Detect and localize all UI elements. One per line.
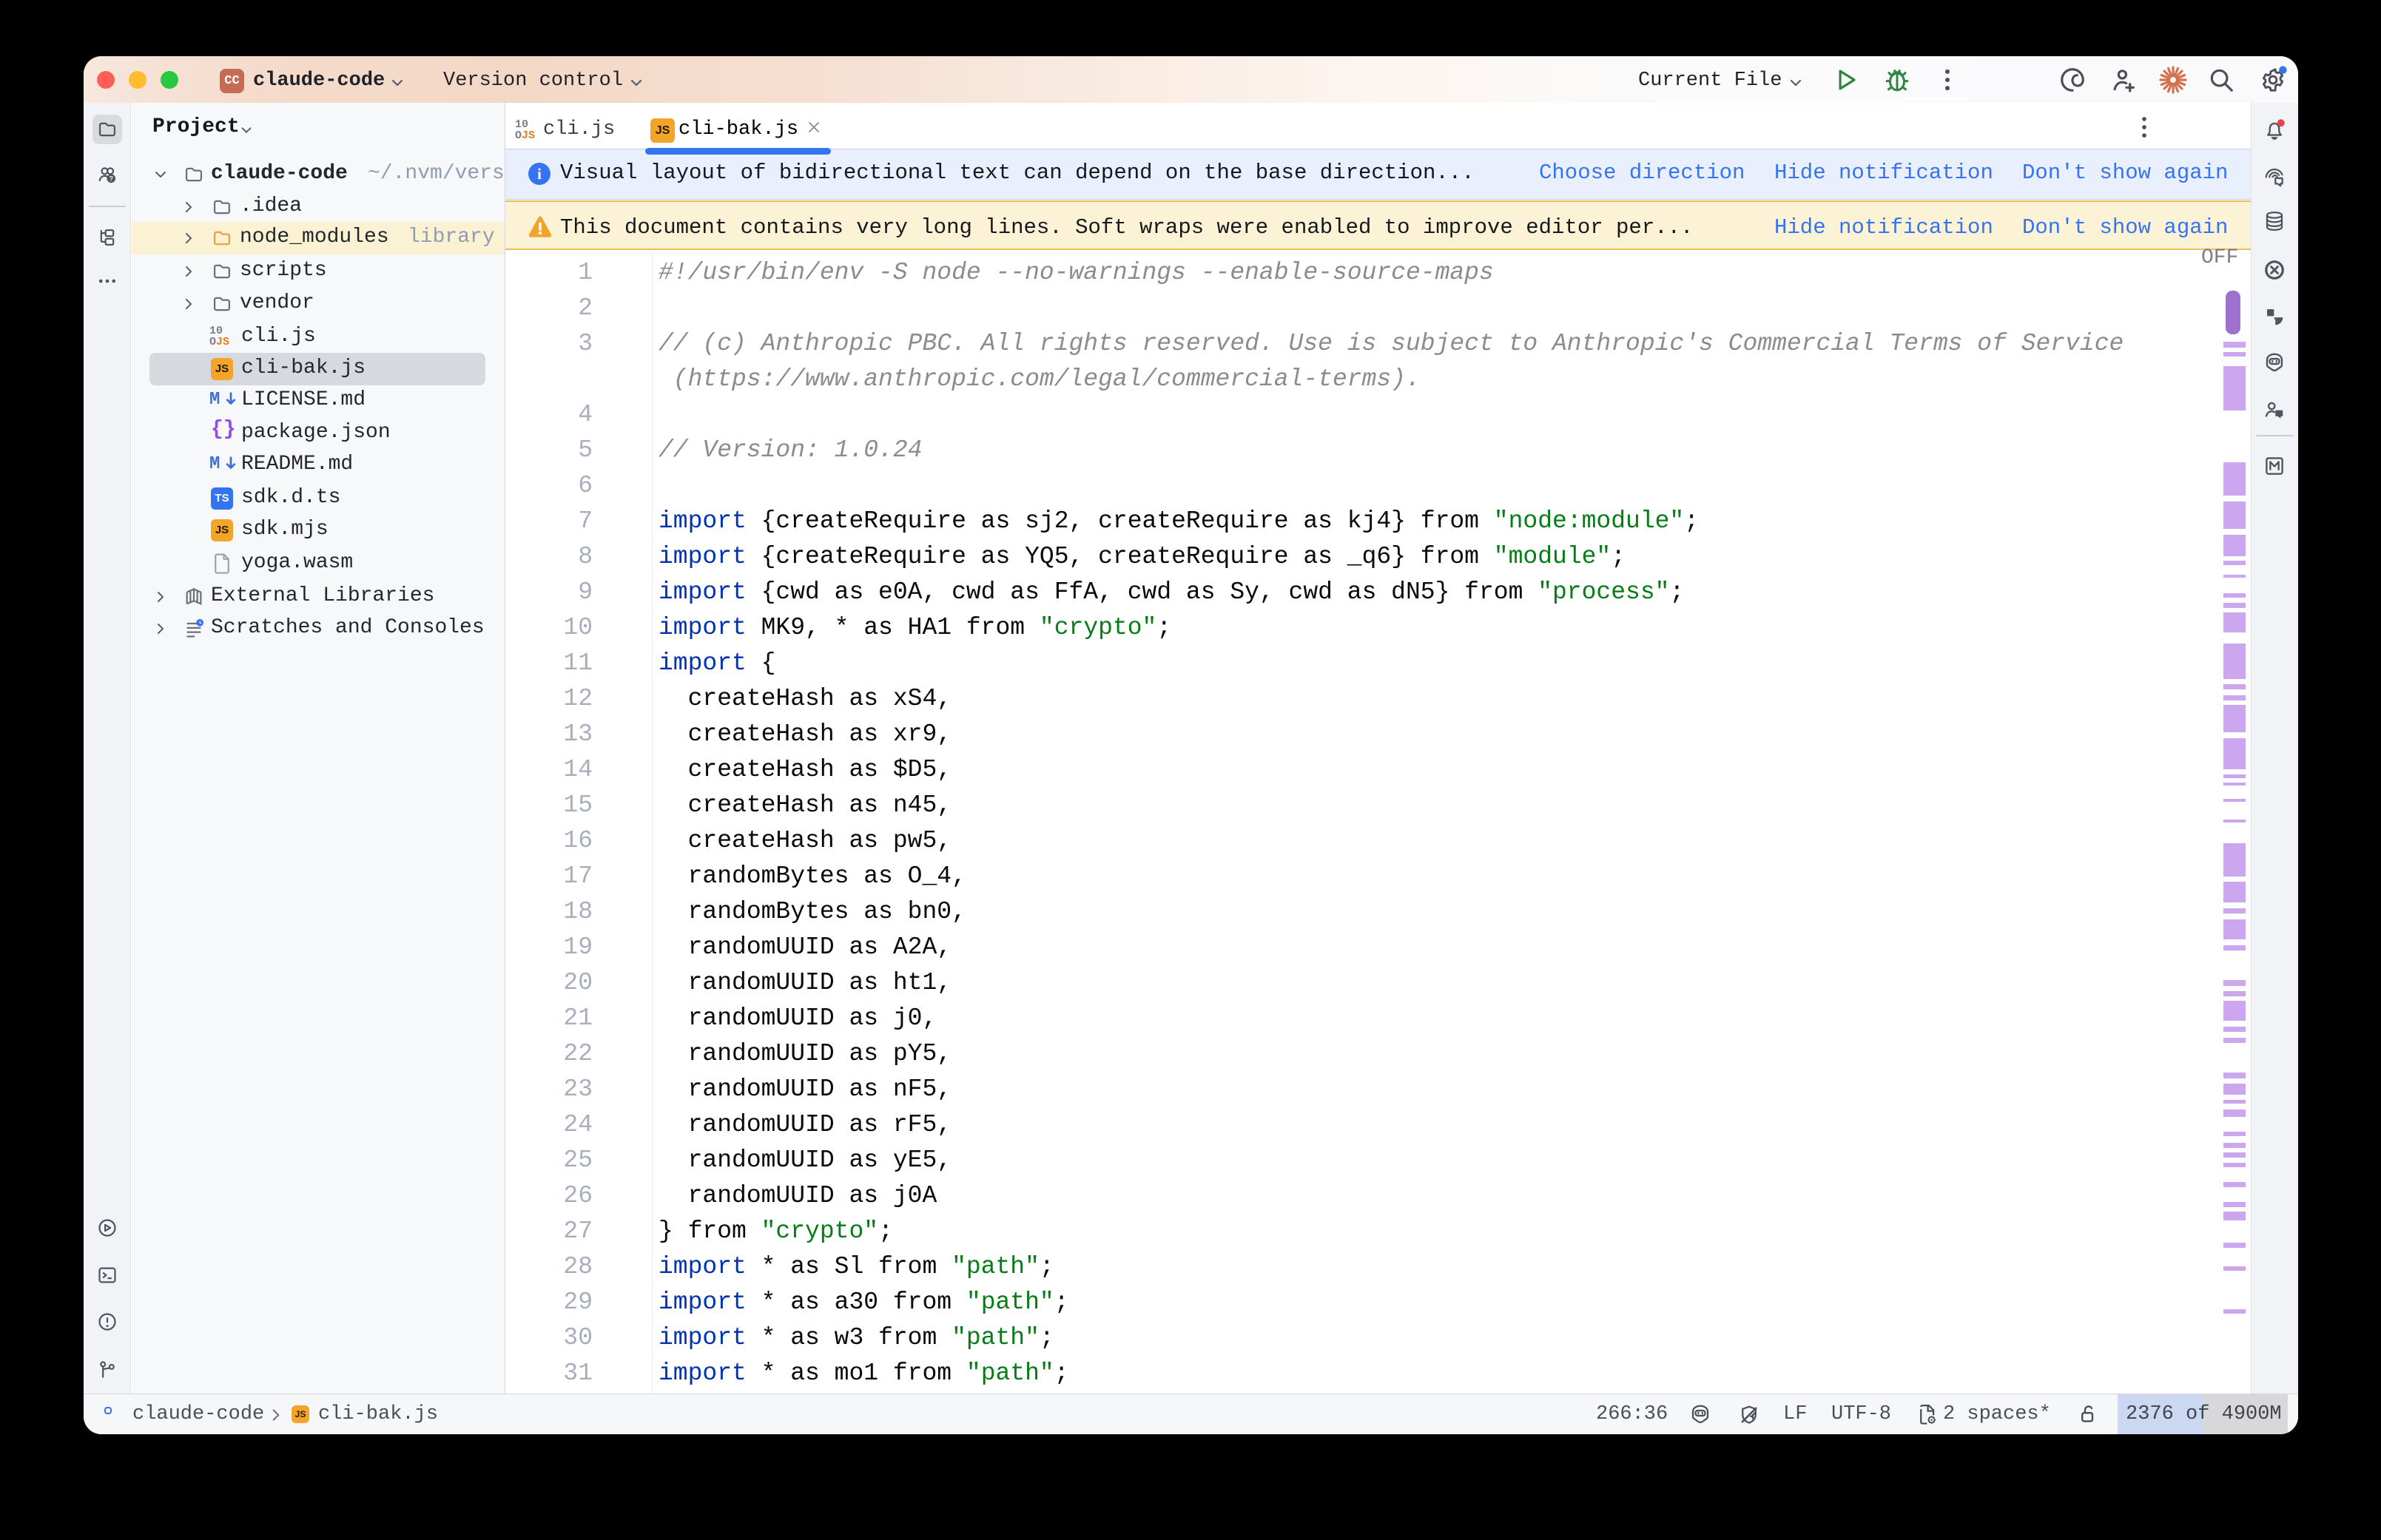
svg-text:?: ? (109, 175, 113, 182)
